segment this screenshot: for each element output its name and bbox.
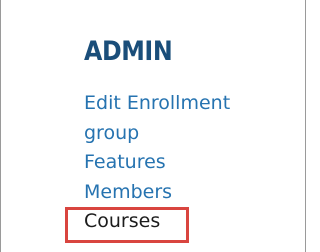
menu-item-edit-enrollment-group[interactable]: group [84, 119, 294, 149]
admin-menu-list: Edit Enrollment group Features Members C… [84, 89, 294, 237]
screenshot-frame: ADMIN Edit Enrollment group Features Mem… [0, 0, 306, 252]
admin-heading: ADMIN [84, 36, 173, 67]
menu-item-edit-enrollment[interactable]: Edit Enrollment [84, 89, 294, 119]
admin-menu-panel: ADMIN Edit Enrollment group Features Mem… [84, 36, 294, 232]
menu-item-members[interactable]: Members [84, 178, 294, 208]
menu-item-courses[interactable]: Courses [84, 207, 294, 237]
menu-item-features[interactable]: Features [84, 148, 294, 178]
